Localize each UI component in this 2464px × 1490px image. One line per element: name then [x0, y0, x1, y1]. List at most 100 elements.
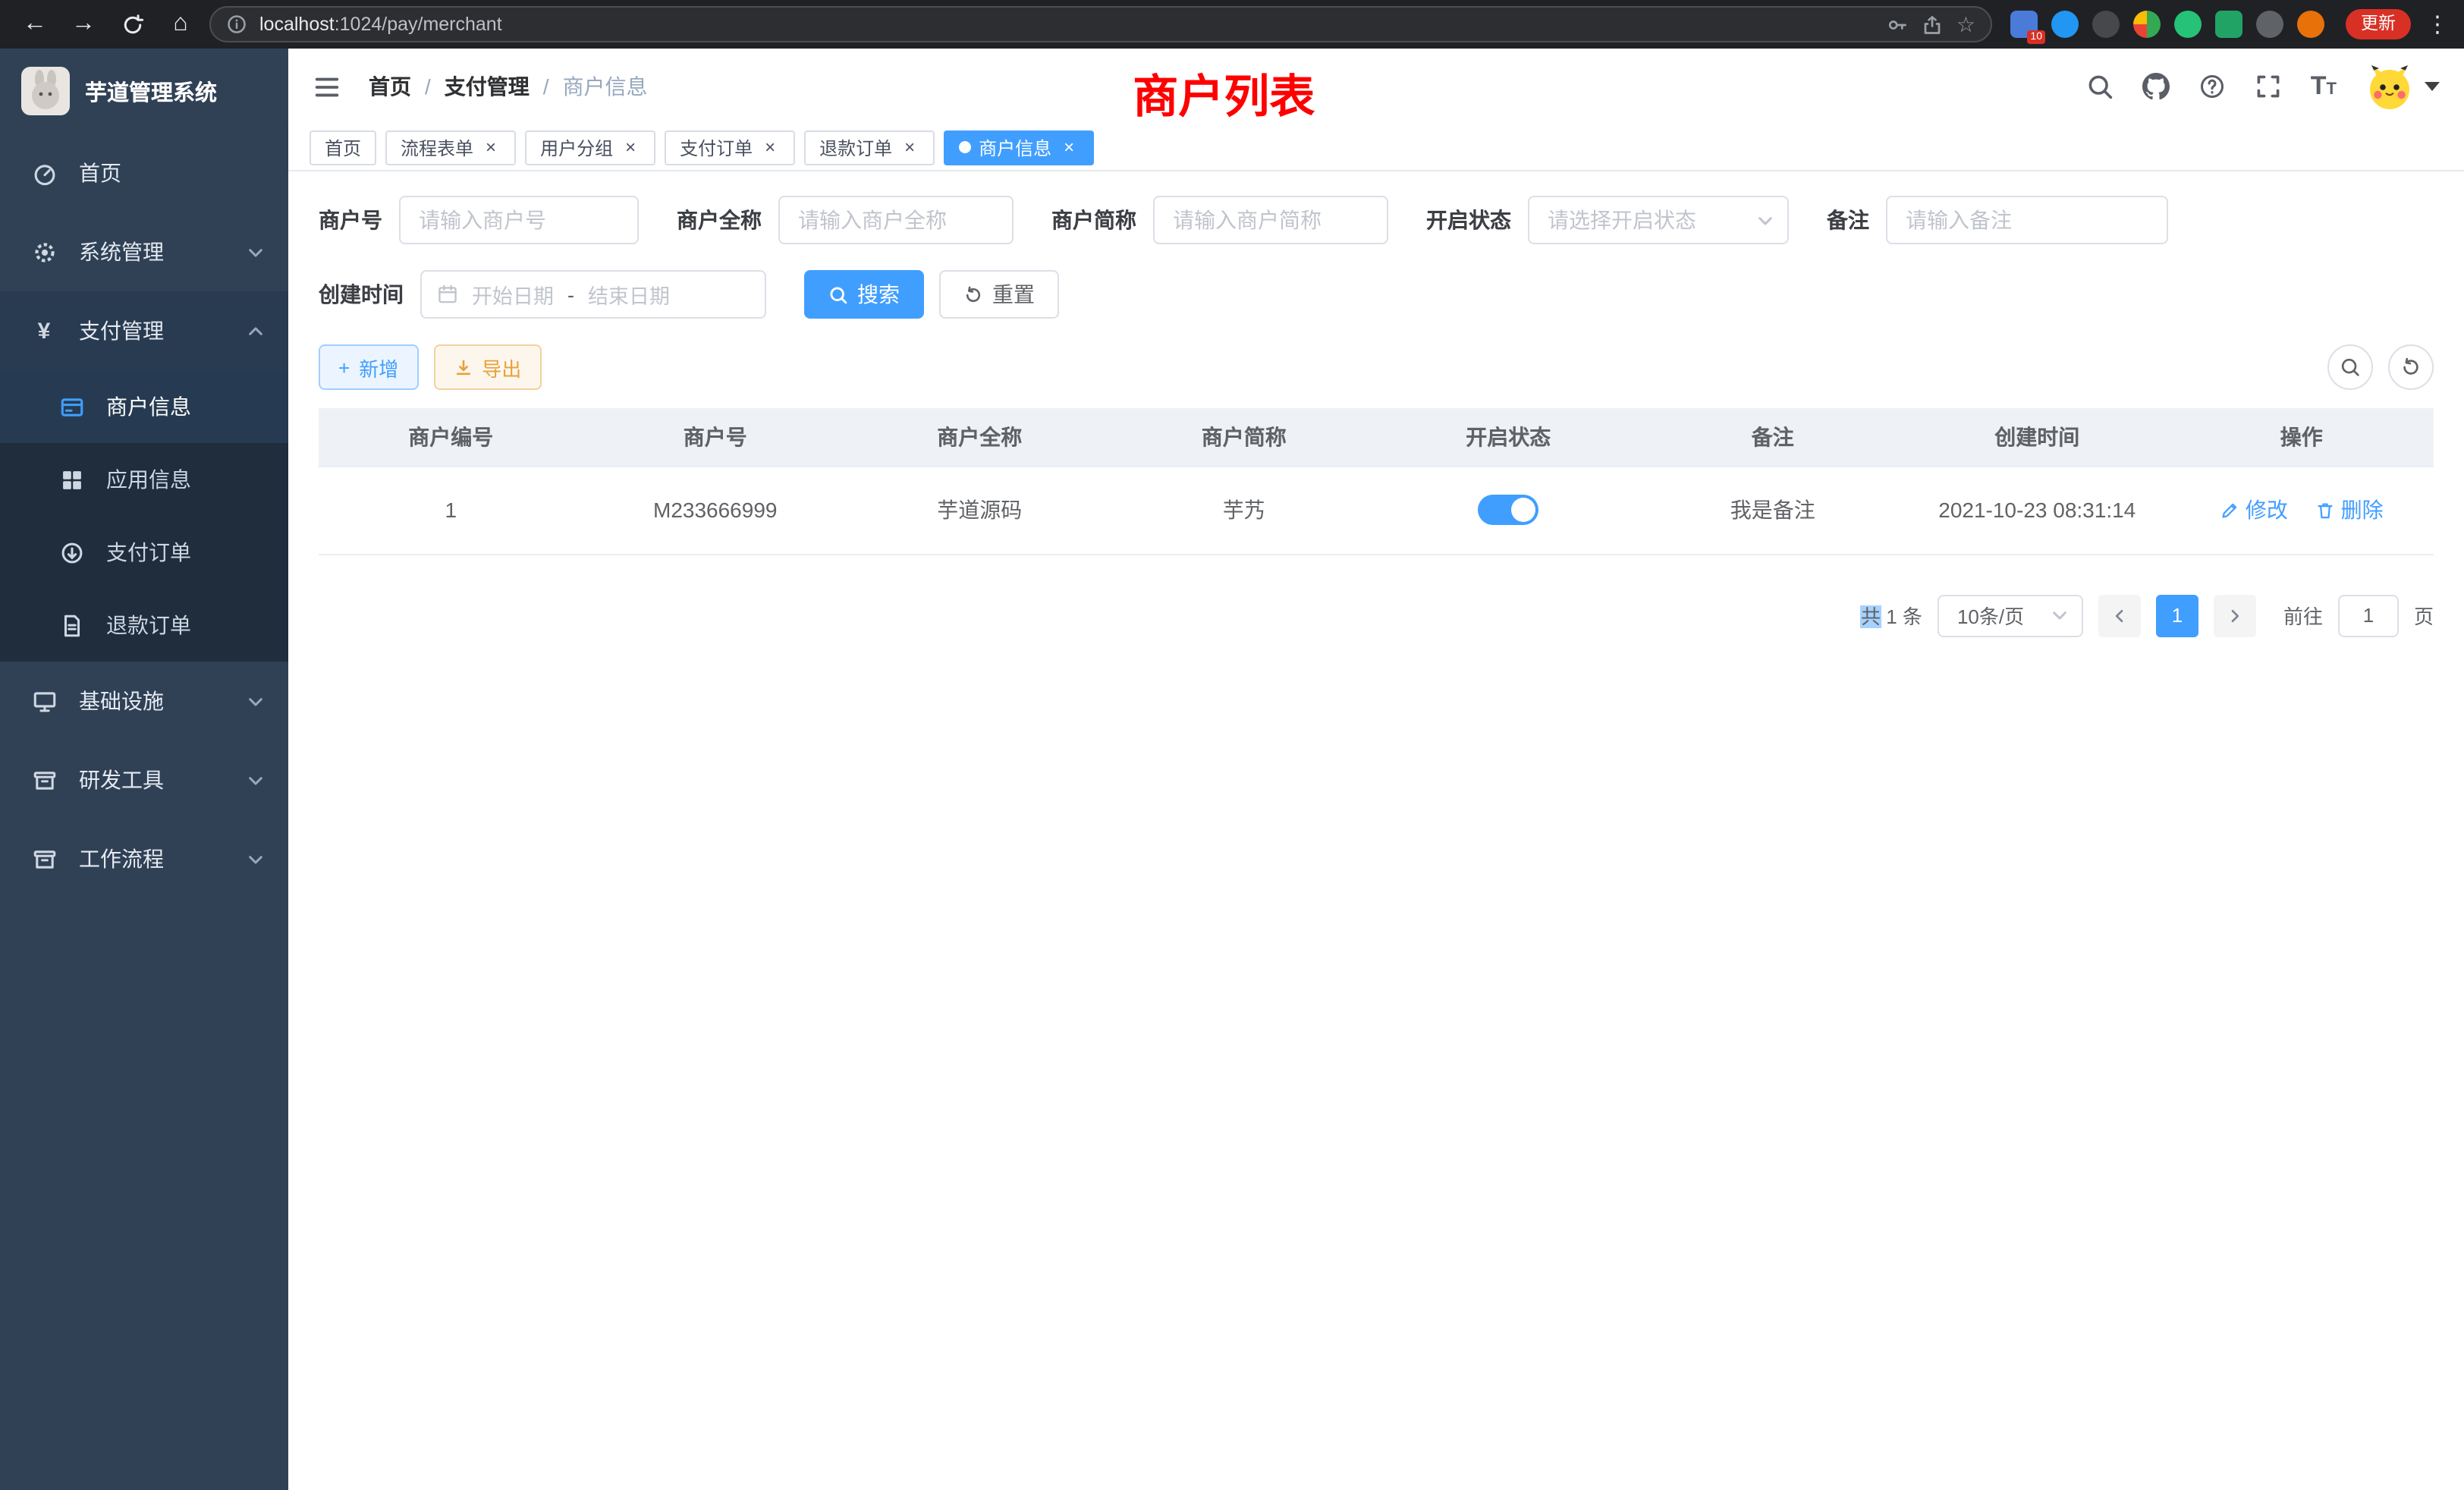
user-menu[interactable]: [2365, 62, 2440, 111]
remark-input[interactable]: [1886, 196, 2168, 244]
merchant-no-input[interactable]: [399, 196, 639, 244]
close-icon[interactable]: ×: [481, 137, 501, 157]
sidebar-item-infra[interactable]: 基础设施: [0, 662, 288, 740]
next-page-button[interactable]: [2214, 594, 2256, 637]
share-icon[interactable]: [1922, 13, 1944, 36]
filter-create-time: 创建时间 开始日期 - 结束日期: [319, 270, 766, 319]
sidebar-item-app-info[interactable]: 应用信息: [0, 443, 288, 516]
refresh-table-button[interactable]: [2388, 344, 2434, 390]
export-button[interactable]: 导出: [433, 344, 541, 390]
browser-back-icon[interactable]: ←: [15, 5, 55, 44]
sidebar-item-pay-order[interactable]: 支付订单: [0, 516, 288, 589]
toolbar-utilities: [2327, 344, 2434, 390]
tab-user-group[interactable]: 用户分组×: [525, 130, 655, 165]
tab-pay-order[interactable]: 支付订单×: [665, 130, 795, 165]
cell-short-name: 芋艿: [1112, 466, 1377, 554]
page-size-select[interactable]: 10条/页: [1938, 594, 2083, 637]
edit-link[interactable]: 修改: [2220, 495, 2288, 525]
short-name-input[interactable]: [1153, 196, 1388, 244]
pagination: 共 1 条 10条/页 1 前往: [319, 594, 2434, 637]
extension-check-icon[interactable]: [2174, 11, 2202, 38]
sidebar-item-refund-order[interactable]: 退款订单: [0, 589, 288, 662]
chevron-up-icon: [247, 322, 264, 339]
extension-badge: 10: [2027, 30, 2045, 44]
password-key-icon[interactable]: [1887, 13, 1909, 36]
reset-button[interactable]: 重置: [939, 270, 1059, 319]
close-icon[interactable]: ×: [900, 137, 919, 157]
cell-create-time: 2021-10-23 08:31:14: [1905, 466, 2170, 554]
goto-page-input[interactable]: [2338, 594, 2399, 637]
add-button[interactable]: + 新增: [319, 344, 418, 390]
sidebar-item-label: 首页: [79, 158, 121, 188]
github-icon[interactable]: [2142, 73, 2170, 100]
address-bar[interactable]: localhost:1024/pay/merchant ☆: [209, 6, 1992, 42]
chrome-update-button[interactable]: 更新: [2346, 9, 2411, 39]
sidebar-item-workflow[interactable]: 工作流程: [0, 819, 288, 898]
browser-profile-avatar[interactable]: [2297, 11, 2324, 38]
site-info-icon[interactable]: [226, 14, 247, 35]
extension-note-icon[interactable]: [2215, 11, 2242, 38]
filter-label: 商户简称: [1051, 205, 1136, 235]
filter-remark: 备注: [1827, 196, 2168, 244]
filter-full-name: 商户全称: [677, 196, 1014, 244]
edit-link-label: 修改: [2246, 495, 2288, 525]
extension-drop-icon[interactable]: [2051, 11, 2079, 38]
browser-forward-icon[interactable]: →: [64, 5, 103, 44]
tab-home[interactable]: 首页: [310, 130, 376, 165]
sidebar-logo[interactable]: 芋道管理系统: [0, 49, 288, 134]
sidebar-item-pay[interactable]: ¥ 支付管理: [0, 291, 288, 370]
chevron-down-icon: [1757, 212, 1774, 228]
sidebar: 芋道管理系统 首页 系统管理 ¥ 支付管理: [0, 49, 288, 1490]
col-full-name: 商户全称: [847, 408, 1112, 466]
close-icon[interactable]: ×: [760, 137, 780, 157]
search-icon[interactable]: [2086, 73, 2114, 100]
browser-reload-icon[interactable]: [112, 5, 152, 44]
sidebar-item-merchant-info[interactable]: 商户信息: [0, 370, 288, 443]
page-number-1[interactable]: 1: [2156, 594, 2198, 637]
browser-home-icon[interactable]: ⌂: [161, 5, 200, 44]
extension-puzzle-icon[interactable]: 10: [2010, 11, 2038, 38]
sidebar-item-devtools[interactable]: 研发工具: [0, 740, 288, 819]
extension-pie-icon[interactable]: [2133, 11, 2161, 38]
browser-menu-icon[interactable]: ⋮: [2426, 11, 2449, 38]
tab-process-form[interactable]: 流程表单×: [385, 130, 516, 165]
monitor-icon: [29, 688, 59, 714]
cell-remark: 我是备注: [1641, 466, 1906, 554]
help-question-icon[interactable]: [2198, 73, 2226, 100]
tab-label: 商户信息: [979, 134, 1051, 160]
sidebar-item-label: 研发工具: [79, 765, 164, 795]
total-rest: 1 条: [1886, 605, 1922, 628]
browser-toolbar: ← → ⌂ localhost:1024/pay/merchant ☆ 10: [0, 0, 2464, 49]
breadcrumb-home[interactable]: 首页: [369, 71, 411, 102]
url-text[interactable]: localhost:1024/pay/merchant: [259, 14, 502, 35]
full-name-input[interactable]: [778, 196, 1014, 244]
bookmark-star-icon[interactable]: ☆: [1956, 11, 1975, 37]
search-button[interactable]: 搜索: [804, 270, 924, 319]
delete-link-label: 删除: [2341, 495, 2384, 525]
sidebar-toggle-icon[interactable]: [313, 72, 341, 101]
delete-link[interactable]: 删除: [2315, 495, 2384, 525]
close-icon[interactable]: ×: [1059, 137, 1079, 157]
date-range-picker[interactable]: 开始日期 - 结束日期: [420, 270, 766, 319]
merchant-table: 商户编号 商户号 商户全称 商户简称 开启状态 备注 创建时间 操作 1: [319, 408, 2434, 555]
sidebar-item-home[interactable]: 首页: [0, 134, 288, 212]
tab-merchant-info[interactable]: 商户信息 ×: [944, 130, 1094, 165]
toggle-search-button[interactable]: [2327, 344, 2373, 390]
user-avatar: [2365, 62, 2414, 111]
prev-page-button[interactable]: [2098, 594, 2141, 637]
tags-view-bar: 首页 流程表单× 用户分组× 支付订单× 退款订单× 商户信息 ×: [288, 124, 2464, 171]
font-size-icon[interactable]: TT: [2311, 71, 2337, 102]
sidebar-item-system[interactable]: 系统管理: [0, 212, 288, 291]
tab-refund-order[interactable]: 退款订单×: [804, 130, 935, 165]
status-toggle[interactable]: [1478, 495, 1538, 525]
close-icon[interactable]: ×: [621, 137, 640, 157]
chevron-down-icon: [2425, 82, 2440, 91]
fullscreen-icon[interactable]: [2255, 73, 2282, 100]
status-select[interactable]: 请选择开启状态: [1528, 196, 1789, 244]
extension-pin-icon[interactable]: [2256, 11, 2283, 38]
breadcrumb-pay[interactable]: 支付管理: [445, 71, 530, 102]
download-icon: [453, 357, 473, 377]
navbar-actions: TT: [2086, 62, 2440, 111]
extension-dark-icon[interactable]: [2092, 11, 2120, 38]
plus-icon: +: [338, 356, 350, 379]
